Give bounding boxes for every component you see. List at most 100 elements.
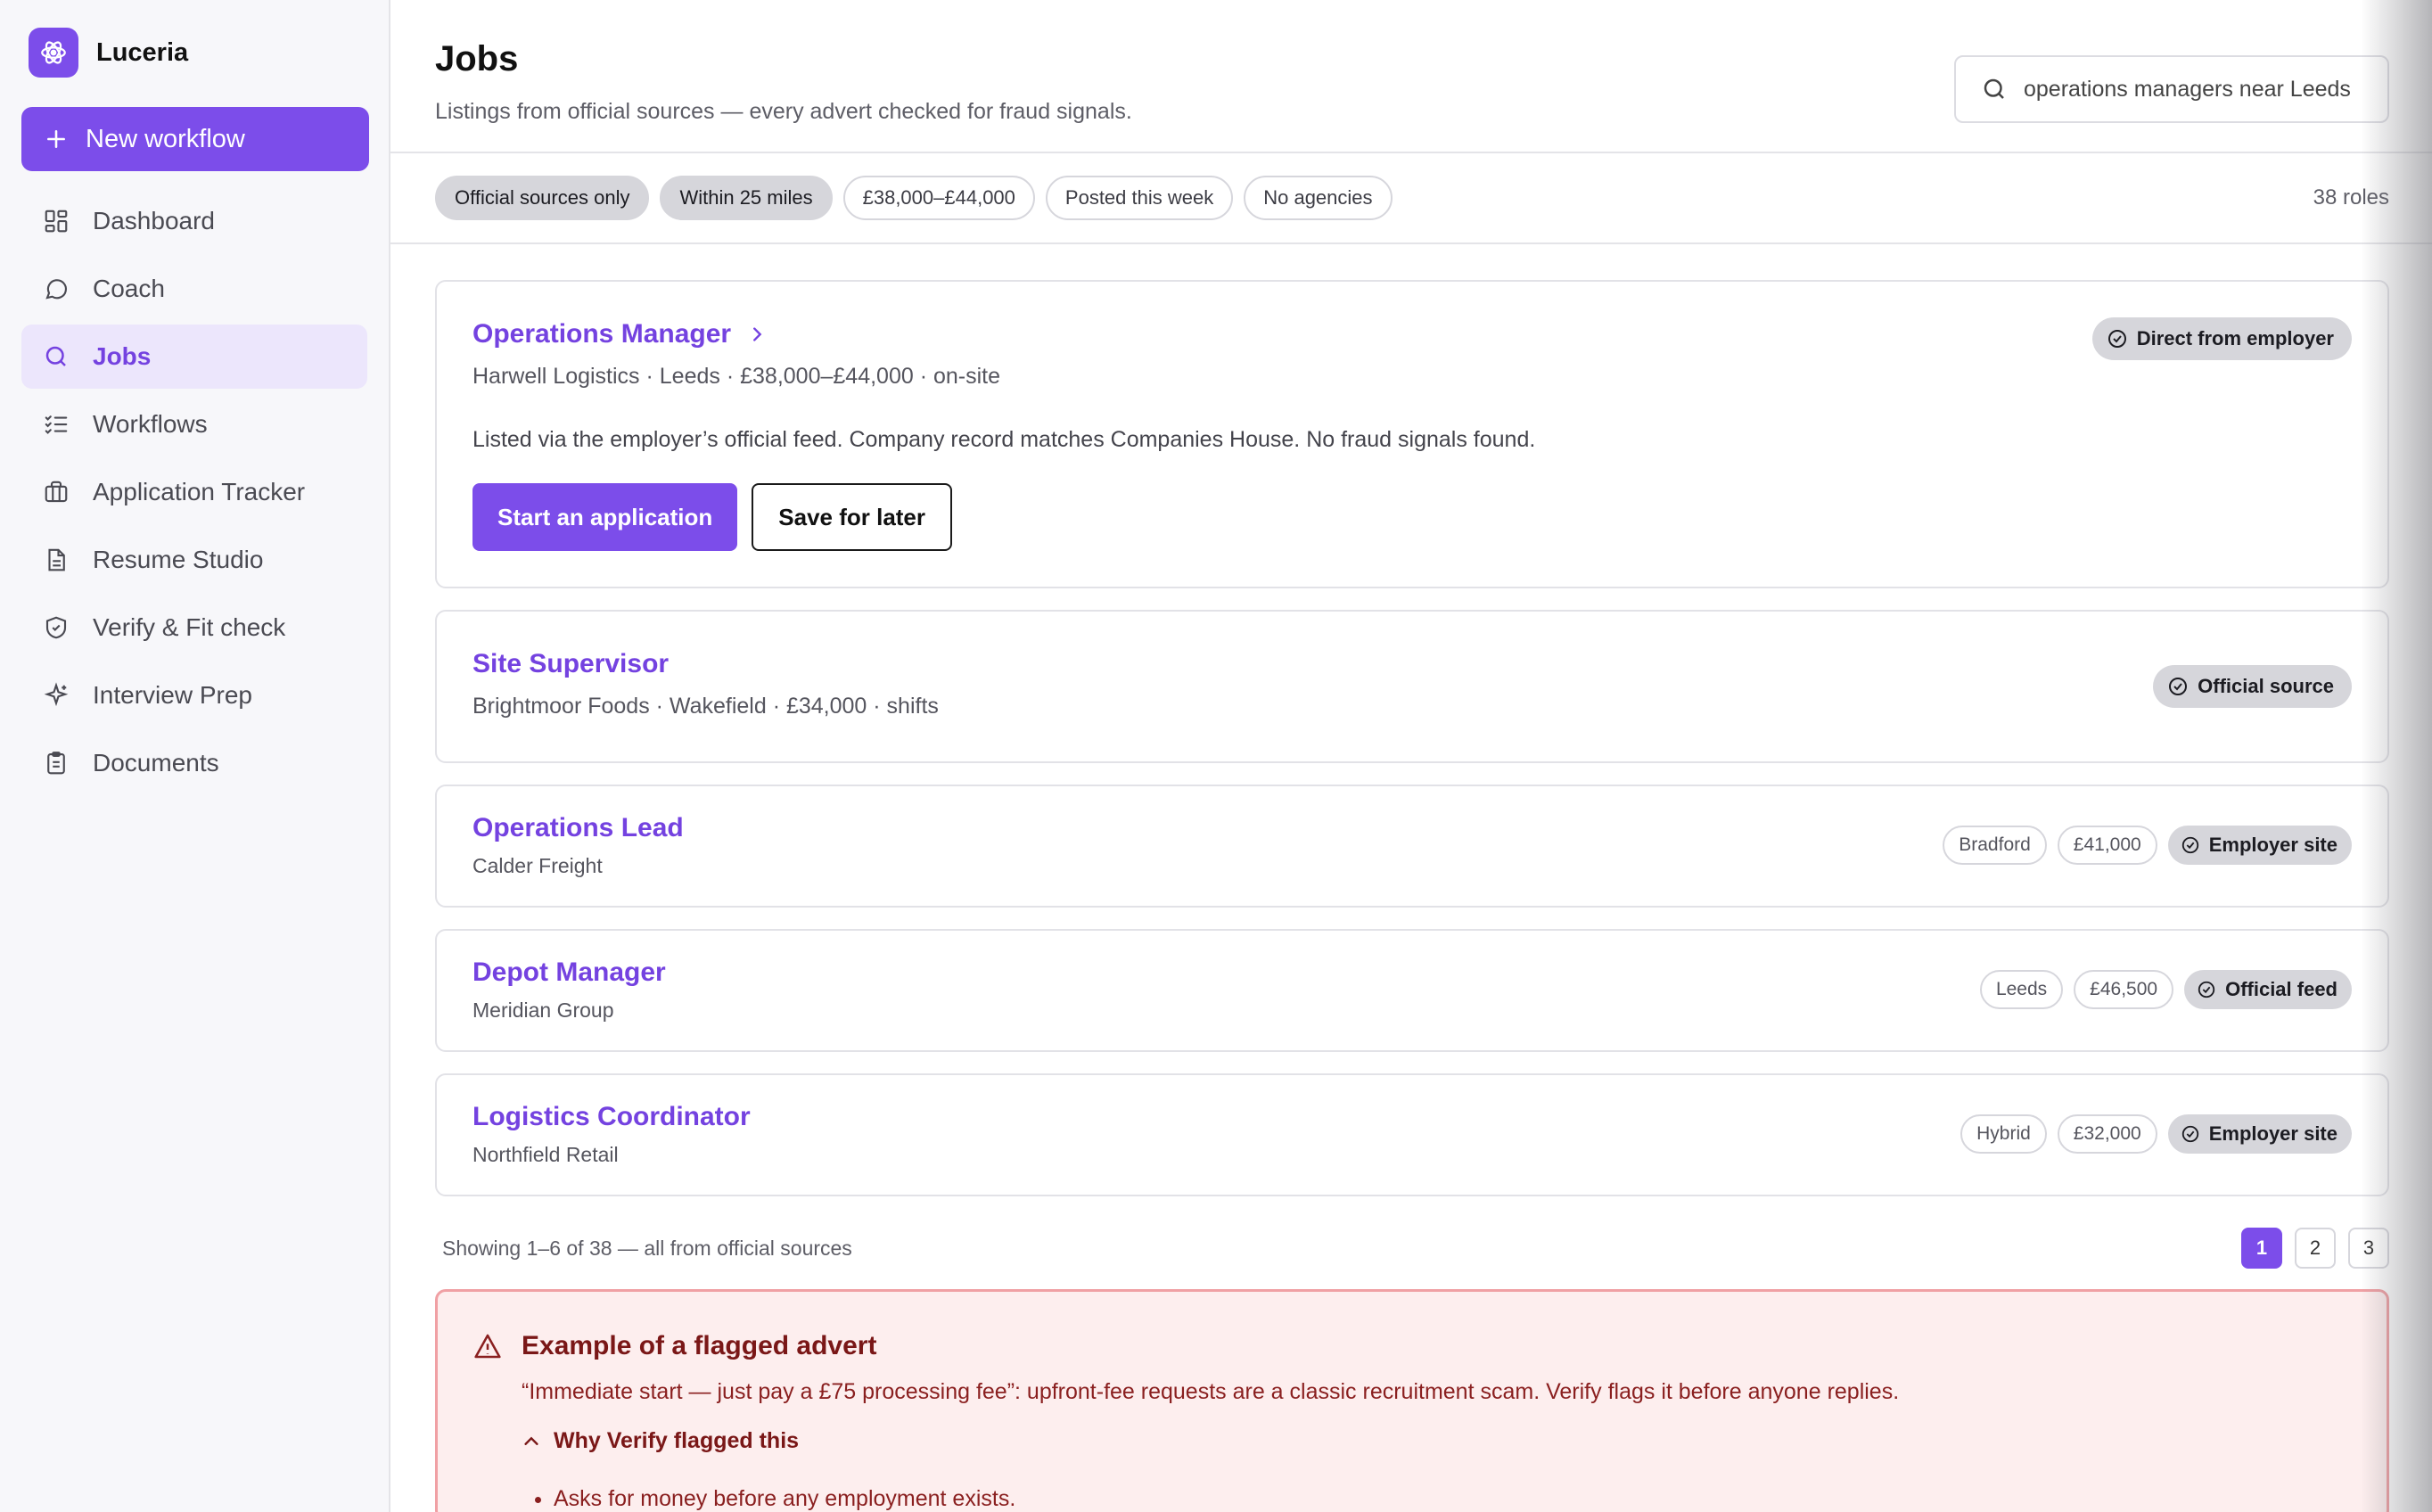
job-title-link[interactable]: Operations Manager <box>472 319 2352 349</box>
source-badge: Direct from employer <box>2091 317 2352 360</box>
sidebar-item-interview-prep[interactable]: Interview Prep <box>21 663 367 727</box>
sidebar-item-dashboard[interactable]: Dashboard <box>21 189 367 253</box>
location-tag: Leeds <box>1979 970 2064 1009</box>
filter-bar: Official sources only Within 25 miles £3… <box>390 153 2432 244</box>
sparkle-icon <box>41 680 71 711</box>
chevron-up-icon <box>522 1432 541 1451</box>
new-workflow-button[interactable]: New workflow <box>21 107 369 171</box>
pagination: 1 2 3 <box>2229 1228 2389 1269</box>
check-circle-icon <box>2107 328 2128 349</box>
dashboard-icon <box>41 206 71 236</box>
job-actions: Start an application Save for later <box>472 483 2352 551</box>
search-icon <box>1981 76 2008 103</box>
source-badge-label: Official source <box>2198 675 2334 697</box>
shield-check-icon <box>41 612 71 643</box>
sidebar-item-application-tracker[interactable]: Application Tracker <box>21 460 367 524</box>
search-icon <box>41 341 71 372</box>
filter-chip-posted-this-week[interactable]: Posted this week <box>1045 176 1234 220</box>
sidebar-item-label: Dashboard <box>93 207 215 234</box>
job-tags: Leeds £46,500 Official feed <box>1979 970 2352 1009</box>
job-title: Depot Manager <box>472 957 666 987</box>
sidebar-item-coach[interactable]: Coach <box>21 257 367 321</box>
briefcase-icon <box>41 477 71 507</box>
sidebar-item-label: Application Tracker <box>93 478 306 505</box>
sidebar: Luceria New workflow Dashboard Coach Job… <box>0 0 390 1512</box>
location-tag: Bradford <box>1943 826 2047 865</box>
app-name: Luceria <box>96 37 189 67</box>
check-circle-icon <box>2181 1124 2200 1144</box>
salary-tag: £46,500 <box>2074 970 2174 1009</box>
filter-chip-within-25-miles[interactable]: Within 25 miles <box>660 176 833 220</box>
filter-chip-salary-range[interactable]: £38,000–£44,000 <box>842 176 1035 220</box>
job-tags: Hybrid £32,000 Employer site <box>1960 1114 2352 1154</box>
source-badge-label: Direct from employer <box>2136 327 2334 349</box>
job-meta: Harwell Logistics · Leeds · £38,000–£44,… <box>472 364 1001 389</box>
job-card: Operations Lead Calder Freight Bradford … <box>435 785 2389 908</box>
checklist-icon <box>41 409 71 440</box>
job-title-link[interactable]: Site Supervisor <box>472 649 2352 679</box>
job-card: Depot Manager Meridian Group Leeds £46,5… <box>435 929 2389 1052</box>
save-for-later-button[interactable]: Save for later <box>752 483 953 551</box>
check-circle-icon <box>2181 835 2200 855</box>
why-flagged-toggle[interactable]: Why Verify flagged this <box>522 1428 2351 1454</box>
clipboard-icon <box>41 748 71 778</box>
chevron-right-icon <box>747 325 767 344</box>
job-card: Site Supervisor Brightmoor Foods · Wakef… <box>435 610 2389 763</box>
sidebar-item-label: Interview Prep <box>93 681 252 709</box>
document-icon <box>41 545 71 575</box>
filter-chip-no-agencies[interactable]: No agencies <box>1244 176 1393 220</box>
search-input[interactable] <box>2024 76 2380 103</box>
why-flagged-label: Why Verify flagged this <box>554 1428 800 1453</box>
sidebar-item-documents[interactable]: Documents <box>21 731 367 795</box>
sidebar-item-jobs[interactable]: Jobs <box>21 325 367 389</box>
job-title: Operations Manager <box>472 319 732 349</box>
job-list: Operations Manager Harwell Logistics · L… <box>390 244 2432 1196</box>
brand[interactable]: Luceria <box>29 27 367 78</box>
new-workflow-label: New workflow <box>86 124 245 153</box>
salary-tag: £41,000 <box>2057 826 2157 865</box>
sidebar-item-verify-fit-check[interactable]: Verify & Fit check <box>21 596 367 660</box>
filter-chip-official-sources[interactable]: Official sources only <box>435 176 650 220</box>
job-title: Site Supervisor <box>472 649 670 678</box>
sidebar-item-resume-studio[interactable]: Resume Studio <box>21 528 367 592</box>
source-badge-label: Employer site <box>2208 1122 2338 1145</box>
sidebar-item-label: Resume Studio <box>93 546 264 573</box>
pagination-row: Showing 1–6 of 38 — all from official so… <box>390 1218 2432 1270</box>
page-button-3[interactable]: 3 <box>2348 1228 2389 1269</box>
sidebar-item-label: Coach <box>93 275 165 302</box>
work-mode-tag: Hybrid <box>1960 1114 2047 1154</box>
start-application-button[interactable]: Start an application <box>472 483 738 551</box>
flagged-advert-panel: Example of a flagged advert “Immediate s… <box>435 1289 2389 1512</box>
flagged-advert-header: Example of a flagged advert <box>473 1331 2351 1361</box>
job-card: Operations Manager Harwell Logistics · L… <box>435 280 2389 588</box>
sidebar-item-label: Documents <box>93 749 219 777</box>
source-badge: Employer site <box>2167 826 2352 865</box>
check-circle-icon <box>2167 676 2189 697</box>
page-button-2[interactable]: 2 <box>2295 1228 2336 1269</box>
source-badge: Official feed <box>2184 970 2352 1009</box>
job-title: Logistics Coordinator <box>472 1102 751 1131</box>
source-badge-label: Official feed <box>2225 978 2338 1000</box>
job-card: Logistics Coordinator Northfield Retail … <box>435 1073 2389 1196</box>
search-box[interactable] <box>1954 55 2389 123</box>
check-circle-icon <box>2197 980 2216 999</box>
chat-bubble-icon <box>41 274 71 304</box>
warning-triangle-icon <box>473 1332 502 1360</box>
roles-count: 38 roles <box>2313 185 2389 210</box>
source-badge-label: Employer site <box>2208 834 2338 856</box>
sidebar-item-workflows[interactable]: Workflows <box>21 392 367 456</box>
flag-reason-item: Asks for money before any employment exi… <box>554 1486 2351 1512</box>
page-header: Jobs Listings from official sources — ev… <box>390 0 2432 153</box>
sidebar-item-label: Jobs <box>93 342 152 370</box>
plus-icon <box>45 127 68 151</box>
main-content: Jobs Listings from official sources — ev… <box>390 0 2432 1512</box>
results-summary: Showing 1–6 of 38 — all from official so… <box>442 1236 852 1260</box>
sidebar-item-label: Workflows <box>93 410 208 438</box>
salary-tag: £32,000 <box>2057 1114 2157 1154</box>
sidebar-nav: Dashboard Coach Jobs Workflows Applicati… <box>21 189 367 795</box>
job-tags: Bradford £41,000 Employer site <box>1943 826 2352 865</box>
sidebar-item-label: Verify & Fit check <box>93 613 286 641</box>
flagged-advert-body: “Immediate start — just pay a £75 proces… <box>522 1379 1900 1404</box>
page-button-1[interactable]: 1 <box>2241 1228 2282 1269</box>
flagged-advert-title: Example of a flagged advert <box>522 1331 877 1360</box>
